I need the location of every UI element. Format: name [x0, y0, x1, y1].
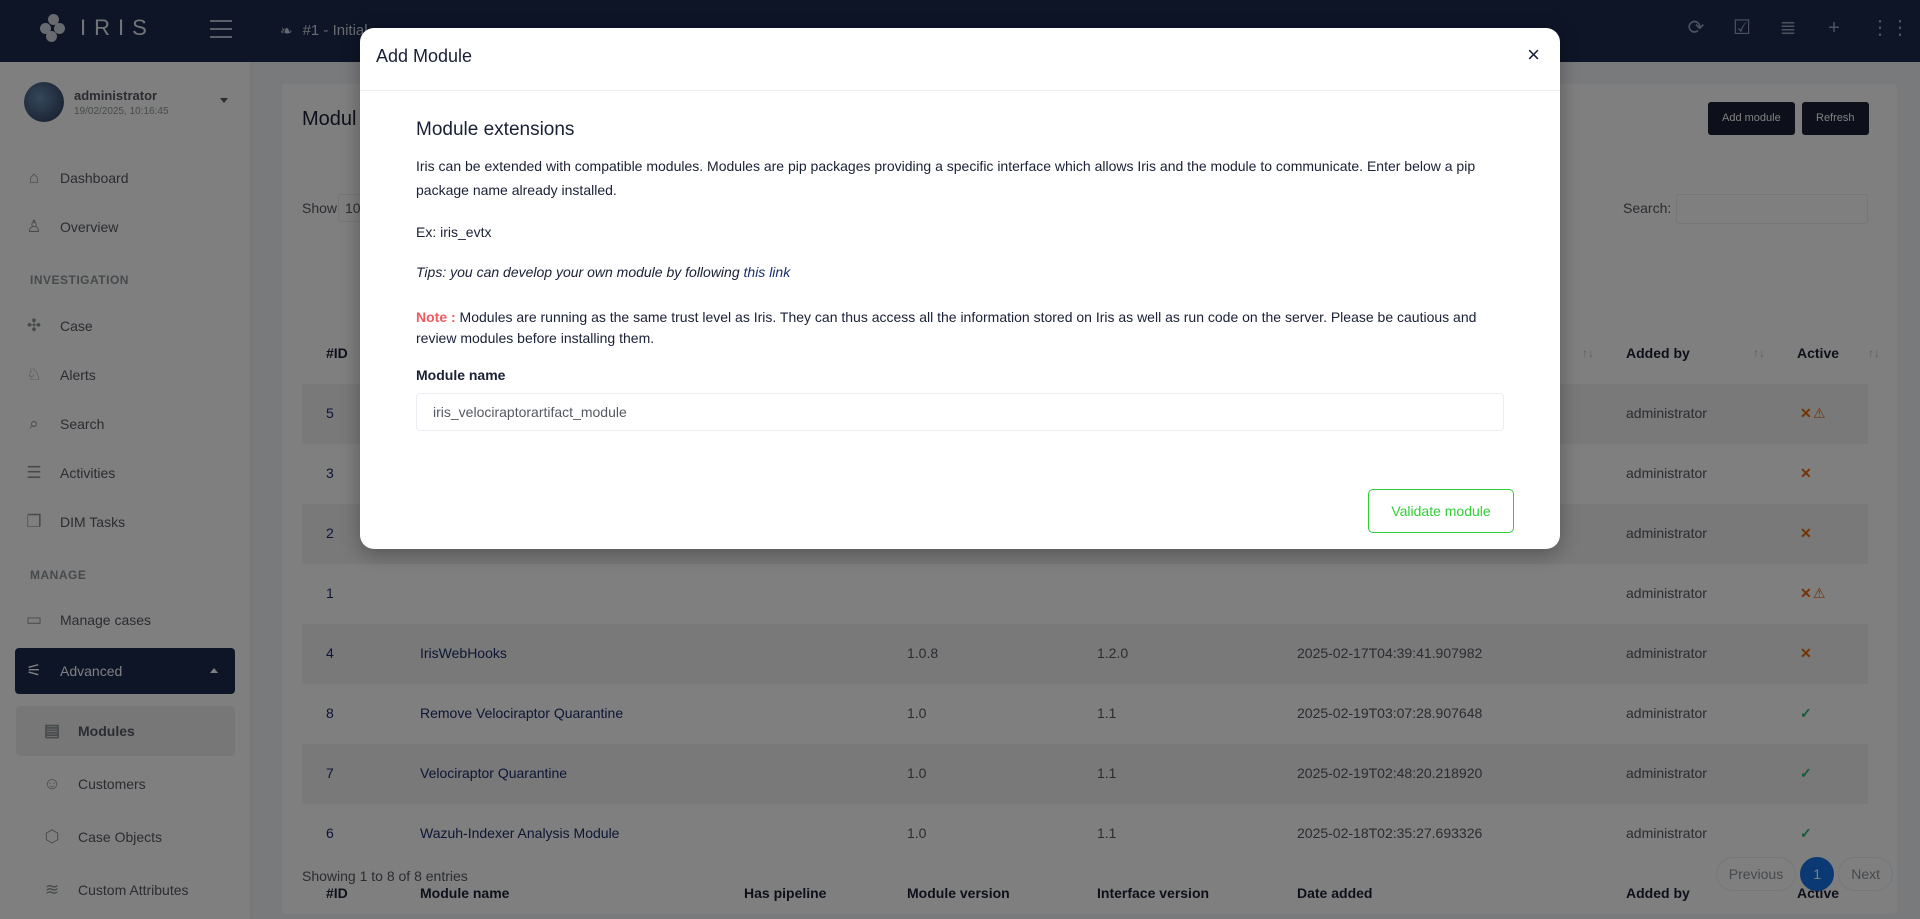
- note-text: Modules are running as the same trust le…: [416, 309, 1477, 346]
- module-name-label: Module name: [416, 367, 506, 383]
- module-name-input[interactable]: iris_velociraptorartifact_module: [416, 393, 1504, 431]
- tips-text: Tips: you can develop your own module by…: [416, 264, 744, 280]
- module-example: Ex: iris_evtx: [416, 224, 492, 240]
- add-module-modal: Add Module × Module extensions Iris can …: [360, 28, 1560, 549]
- module-note: Note : Modules are running as the same t…: [416, 307, 1508, 349]
- module-tips: Tips: you can develop your own module by…: [416, 260, 1508, 284]
- modal-heading: Module extensions: [416, 119, 575, 140]
- note-label: Note :: [416, 309, 456, 325]
- tips-link[interactable]: this link: [744, 264, 791, 280]
- module-description: Iris can be extended with compatible mod…: [416, 158, 1476, 198]
- modal-title: Add Module: [376, 46, 473, 66]
- modal-heading-wrap: Module extensions: [416, 118, 1508, 142]
- modal-header: Add Module ×: [360, 28, 1560, 91]
- close-icon[interactable]: ×: [1527, 44, 1540, 66]
- validate-module-button[interactable]: Validate module: [1368, 489, 1514, 533]
